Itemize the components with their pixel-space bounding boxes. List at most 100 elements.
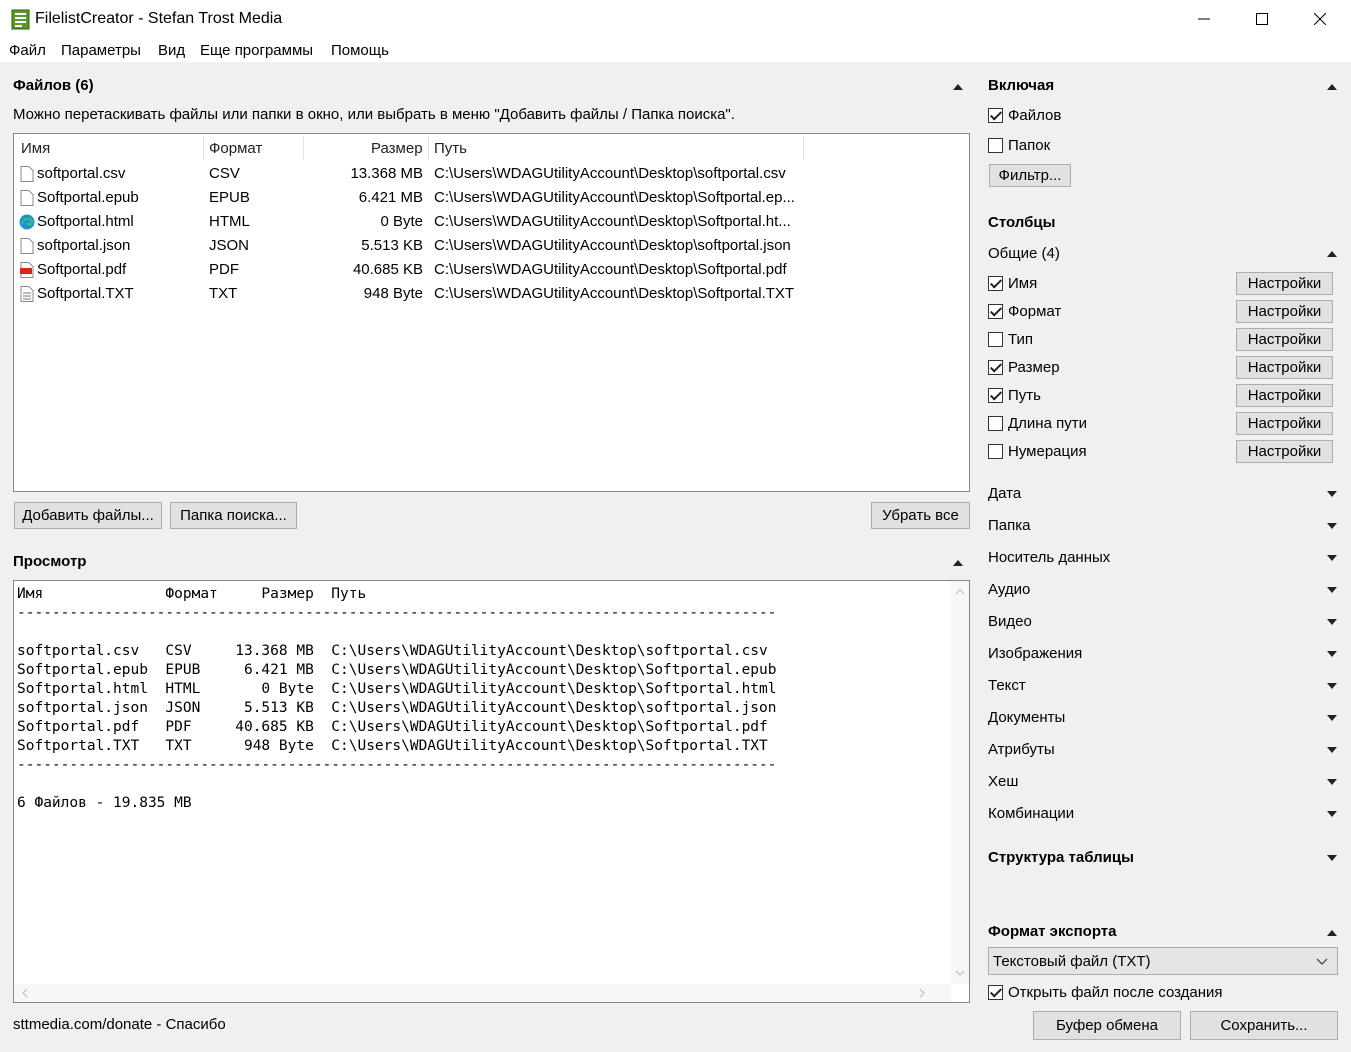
group-images[interactable]: Изображения: [988, 645, 1082, 662]
expand-text-icon[interactable]: [1327, 683, 1337, 689]
column-path-length-checkbox[interactable]: [988, 416, 1003, 431]
include-files-label: Файлов: [1008, 107, 1062, 124]
menu-parameters[interactable]: Параметры: [61, 42, 141, 59]
cell-format: CSV: [209, 165, 240, 182]
col-header-path[interactable]: Путь: [434, 140, 467, 157]
menu-view[interactable]: Вид: [158, 42, 185, 59]
scroll-up-icon[interactable]: [951, 583, 969, 601]
expand-folder-icon[interactable]: [1327, 523, 1337, 529]
collapse-include-icon[interactable]: [1327, 84, 1337, 90]
expand-audio-icon[interactable]: [1327, 587, 1337, 593]
group-video[interactable]: Видео: [988, 613, 1032, 630]
pdf-icon: [20, 262, 34, 278]
include-heading: Включая: [988, 77, 1055, 94]
group-storage[interactable]: Носитель данных: [988, 549, 1110, 566]
table-row[interactable]: Softportal.TXT TXT 948 Byte C:\Users\WDA…: [14, 282, 969, 306]
column-name-checkbox[interactable]: [988, 276, 1003, 291]
column-type-checkbox[interactable]: [988, 332, 1003, 347]
preview-textarea[interactable]: Имя Формат Размер Путь -----------------…: [13, 580, 970, 1003]
table-row[interactable]: Softportal.html HTML 0 Byte C:\Users\WDA…: [14, 210, 969, 234]
menu-file[interactable]: Файл: [9, 42, 46, 59]
column-format-checkbox[interactable]: [988, 304, 1003, 319]
col-header-name[interactable]: Имя: [21, 140, 50, 157]
table-structure-heading[interactable]: Структура таблицы: [988, 849, 1134, 866]
app-icon: [11, 9, 30, 30]
menu-more-programs[interactable]: Еще программы: [200, 42, 313, 59]
column-path-length-settings-button[interactable]: Настройки: [1236, 412, 1333, 435]
expand-attributes-icon[interactable]: [1327, 747, 1337, 753]
expand-table-structure-icon[interactable]: [1327, 855, 1337, 861]
expand-documents-icon[interactable]: [1327, 715, 1337, 721]
table-row[interactable]: softportal.json JSON 5.513 KB C:\Users\W…: [14, 234, 969, 258]
cell-name: Softportal.epub: [37, 189, 139, 206]
general-group-label[interactable]: Общие (4): [988, 245, 1060, 262]
col-header-size[interactable]: Размер: [371, 140, 423, 157]
column-numbering-label: Нумерация: [1008, 443, 1087, 460]
expand-images-icon[interactable]: [1327, 651, 1337, 657]
column-size-checkbox[interactable]: [988, 360, 1003, 375]
horizontal-scrollbar[interactable]: [14, 984, 951, 1002]
table-row[interactable]: Softportal.pdf PDF 40.685 KB C:\Users\WD…: [14, 258, 969, 282]
cell-path: C:\Users\WDAGUtilityAccount\Desktop\Soft…: [434, 189, 795, 206]
collapse-export-icon[interactable]: [1327, 930, 1337, 936]
expand-storage-icon[interactable]: [1327, 555, 1337, 561]
column-divider: [803, 136, 804, 160]
filter-button[interactable]: Фильтр...: [989, 164, 1071, 187]
col-header-format[interactable]: Формат: [209, 140, 262, 157]
include-files-checkbox[interactable]: [988, 108, 1003, 123]
column-path-length-label: Длина пути: [1008, 415, 1087, 432]
table-row[interactable]: Softportal.epub EPUB 6.421 MB C:\Users\W…: [14, 186, 969, 210]
column-name-label: Имя: [1008, 275, 1038, 292]
expand-hash-icon[interactable]: [1327, 779, 1337, 785]
column-type-settings-button[interactable]: Настройки: [1236, 328, 1333, 351]
group-attributes[interactable]: Атрибуты: [988, 741, 1055, 758]
group-folder[interactable]: Папка: [988, 517, 1030, 534]
group-documents[interactable]: Документы: [988, 709, 1065, 726]
group-date[interactable]: Дата: [988, 485, 1021, 502]
collapse-preview-icon[interactable]: [953, 560, 963, 566]
group-combinations[interactable]: Комбинации: [988, 805, 1074, 822]
file-list[interactable]: Имя Формат Размер Путь softportal.csv CS…: [13, 133, 970, 492]
expand-combinations-icon[interactable]: [1327, 811, 1337, 817]
columns-heading: Столбцы: [988, 214, 1056, 231]
collapse-general-icon[interactable]: [1327, 251, 1337, 257]
close-button[interactable]: [1291, 0, 1349, 38]
cell-size: 5.513 KB: [361, 237, 423, 254]
group-audio[interactable]: Аудио: [988, 581, 1030, 598]
column-size-settings-button[interactable]: Настройки: [1236, 356, 1333, 379]
save-button[interactable]: Сохранить...: [1190, 1011, 1338, 1040]
cell-size: 0 Byte: [380, 213, 423, 230]
column-path-settings-button[interactable]: Настройки: [1236, 384, 1333, 407]
expand-date-icon[interactable]: [1327, 491, 1337, 497]
open-after-create-checkbox[interactable]: [988, 985, 1003, 1000]
scroll-left-icon[interactable]: [16, 984, 34, 1002]
cell-name: Softportal.pdf: [37, 261, 127, 278]
clipboard-button[interactable]: Буфер обмена: [1033, 1011, 1181, 1040]
cell-path: C:\Users\WDAGUtilityAccount\Desktop\Soft…: [434, 213, 791, 230]
column-path-label: Путь: [1008, 387, 1041, 404]
maximize-button[interactable]: [1233, 0, 1291, 38]
minimize-button[interactable]: [1175, 0, 1233, 38]
search-folder-button[interactable]: Папка поиска...: [170, 502, 297, 529]
column-format-settings-button[interactable]: Настройки: [1236, 300, 1333, 323]
table-row[interactable]: softportal.csv CSV 13.368 MB C:\Users\WD…: [14, 162, 969, 186]
column-divider: [428, 136, 429, 160]
column-numbering-settings-button[interactable]: Настройки: [1236, 440, 1333, 463]
column-numbering-checkbox[interactable]: [988, 444, 1003, 459]
export-format-select[interactable]: Текстовый файл (TXT): [988, 947, 1338, 975]
column-path-checkbox[interactable]: [988, 388, 1003, 403]
group-text[interactable]: Текст: [988, 677, 1026, 694]
preview-heading: Просмотр: [13, 553, 87, 570]
remove-all-button[interactable]: Убрать все: [871, 502, 970, 529]
expand-video-icon[interactable]: [1327, 619, 1337, 625]
column-name-settings-button[interactable]: Настройки: [1236, 272, 1333, 295]
scroll-right-icon[interactable]: [913, 984, 931, 1002]
group-hash[interactable]: Хеш: [988, 773, 1018, 790]
menu-help[interactable]: Помощь: [331, 42, 389, 59]
scroll-down-icon[interactable]: [951, 964, 969, 982]
collapse-files-icon[interactable]: [953, 84, 963, 90]
vertical-scrollbar[interactable]: [951, 581, 969, 984]
cell-path: C:\Users\WDAGUtilityAccount\Desktop\soft…: [434, 237, 791, 254]
include-folders-checkbox[interactable]: [988, 138, 1003, 153]
add-files-button[interactable]: Добавить файлы...: [14, 502, 162, 529]
